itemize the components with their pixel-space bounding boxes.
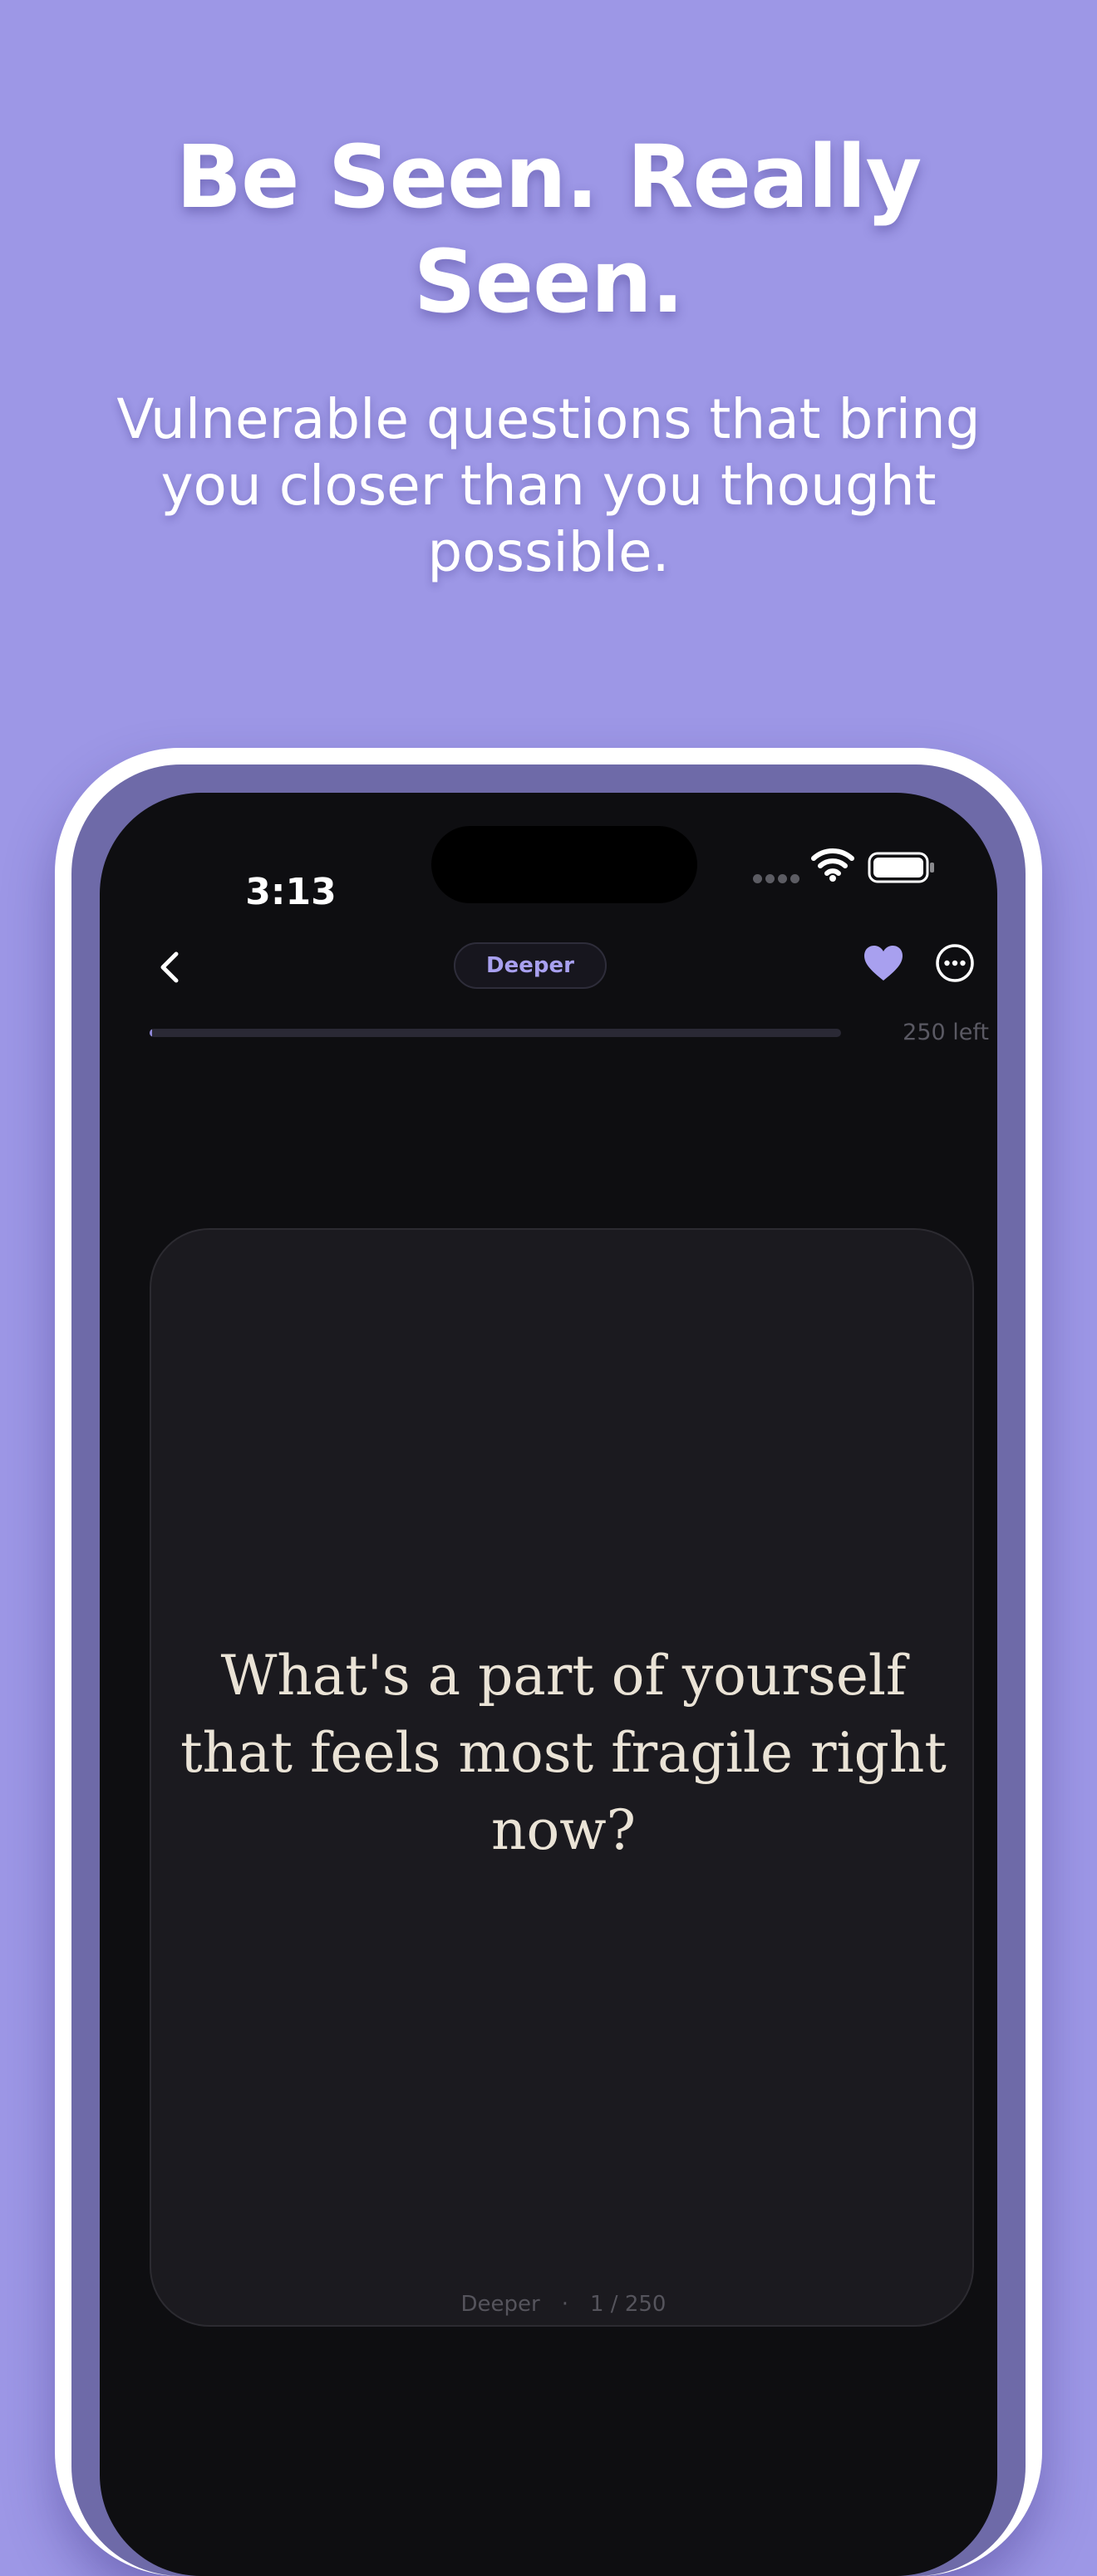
question-text: What's a part of yourself that feels mos… xyxy=(176,1637,951,1869)
remaining-count: 250 left xyxy=(903,1020,989,1045)
dynamic-island xyxy=(431,826,697,903)
category-pill[interactable]: Deeper xyxy=(454,942,607,989)
headline-line: Be Seen. Really xyxy=(175,126,922,228)
subheadline-line: you closer than you thought xyxy=(160,454,937,518)
wifi-icon xyxy=(811,848,854,882)
question-line: that feels most fragile right xyxy=(180,1721,947,1785)
subheadline-line: Vulnerable questions that bring xyxy=(116,387,981,451)
battery-icon xyxy=(868,852,934,883)
cellular-signal-icon xyxy=(753,874,801,884)
progress-bar xyxy=(150,1029,841,1037)
marketing-headline: Be Seen. Really Seen. xyxy=(0,125,1097,334)
card-footer-count: 1 / 250 xyxy=(590,2292,667,2317)
marketing-subheadline: Vulnerable questions that bring you clos… xyxy=(83,386,1014,586)
headline-line: Seen. xyxy=(413,231,685,332)
subheadline-line: possible. xyxy=(427,520,670,584)
app-screen: 3:13 Deeper 250 left What's a part of yo… xyxy=(100,793,997,2576)
question-card[interactable]: What's a part of yourself that feels mos… xyxy=(150,1228,974,2327)
card-footer-category: Deeper xyxy=(460,2292,540,2317)
phone-bezel: 3:13 Deeper 250 left What's a part of yo… xyxy=(71,764,1026,2576)
phone-mockup: 3:13 Deeper 250 left What's a part of yo… xyxy=(55,748,1042,2576)
card-footer: Deeper · 1 / 250 xyxy=(151,2290,976,2318)
status-bar-time: 3:13 xyxy=(245,871,337,913)
progress-bar-fill xyxy=(150,1029,153,1037)
ellipsis-circle-icon[interactable] xyxy=(934,942,976,984)
card-footer-separator: · xyxy=(561,2292,568,2317)
question-line: now? xyxy=(490,1798,637,1862)
question-line: What's a part of yourself xyxy=(220,1644,907,1708)
chevron-left-icon[interactable] xyxy=(145,942,194,992)
heart-icon[interactable] xyxy=(863,944,904,982)
